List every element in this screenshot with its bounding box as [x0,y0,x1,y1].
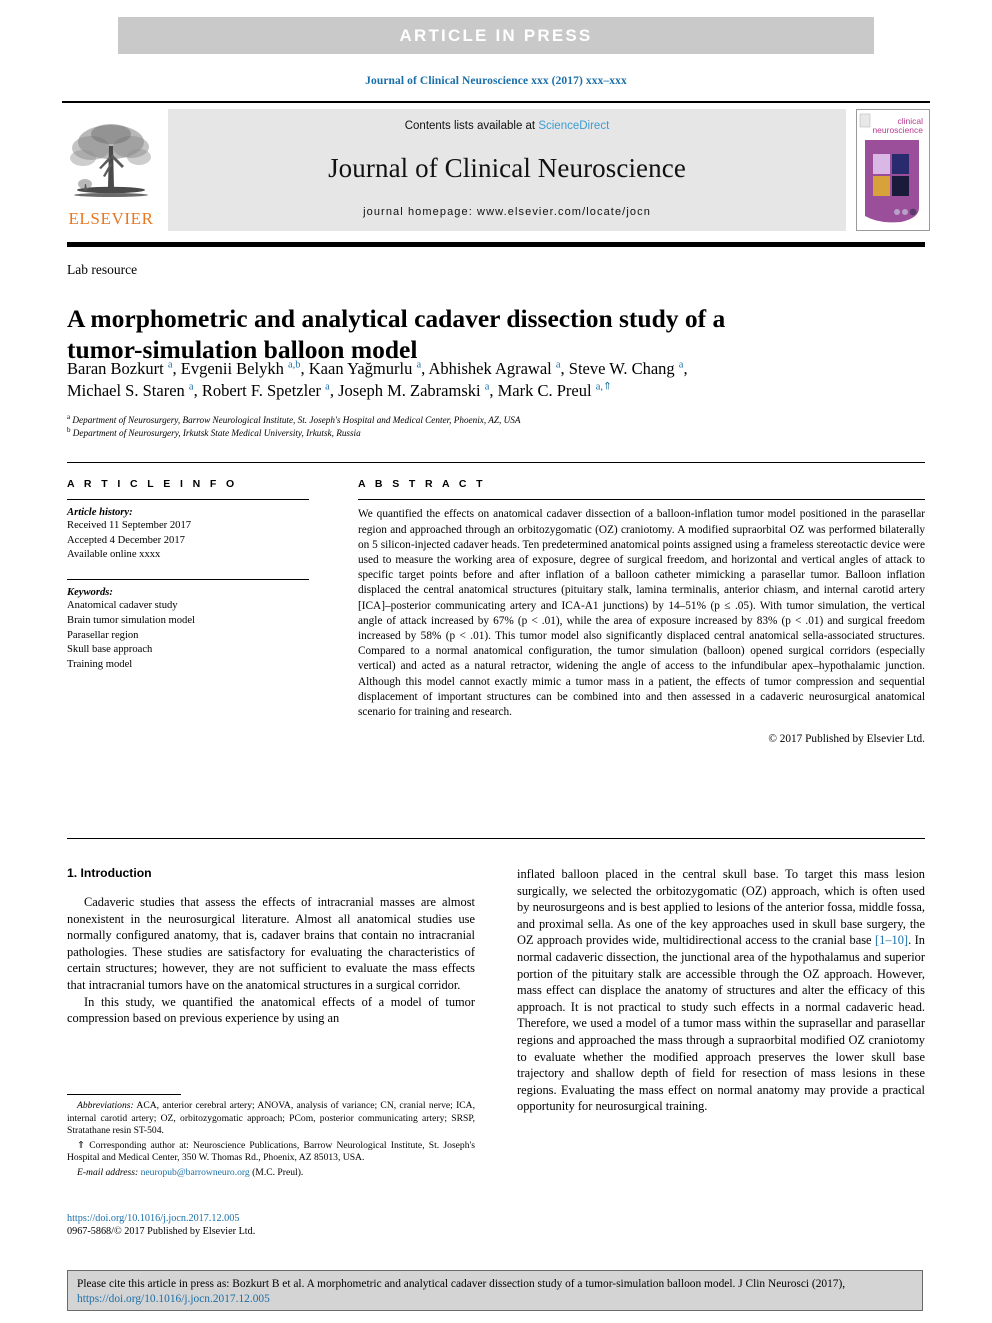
journal-cover-artwork: clinical neuroscience [857,109,927,230]
keyword-item: Brain tumor simulation model [67,614,195,626]
citation-box-text: Please cite this article in press as: Bo… [77,1277,913,1307]
article-history-accepted: Accepted 4 December 2017 [67,534,185,546]
footnote-separator-rule [67,1094,181,1095]
email-label: E-mail address: [77,1166,139,1178]
article-history-received: Received 11 September 2017 [67,520,192,532]
affiliation-b: b Department of Neurosurgery, Irkutsk St… [67,425,361,438]
svg-text:neuroscience: neuroscience [872,125,923,135]
article-history-online: Available online xxxx [67,548,161,560]
affiliation-list: a Department of Neurosurgery, Barrow Neu… [67,412,767,439]
page-title: A morphometric and analytical cadaver di… [67,304,726,365]
sciencedirect-link[interactable]: ScienceDirect [538,120,609,132]
corresponding-author-note: ⇑ Corresponding author at: Neuroscience … [67,1140,475,1165]
elsevier-logo: ELSEVIER [62,109,160,231]
journal-homepage-link[interactable]: journal homepage: www.elsevier.com/locat… [363,206,651,218]
email-suffix: (M.C. Preul). [249,1166,304,1178]
reference-citation-link[interactable]: [1–10] [875,933,908,947]
doi-block: https://doi.org/10.1016/j.jocn.2017.12.0… [67,1212,475,1239]
journal-title: Journal of Clinical Neuroscience [328,153,686,184]
contents-lists-prefix: Contents lists available at [404,119,539,132]
doi-link[interactable]: https://doi.org/10.1016/j.jocn.2017.12.0… [67,1212,475,1225]
citation-text: Please cite this article in press as: Bo… [77,1278,846,1290]
article-info-column: A R T I C L E I N F O Article history: R… [67,478,309,672]
info-band-bottom-rule [67,838,925,840]
article-info-heading: A R T I C L E I N F O [67,478,238,490]
citation-doi-link[interactable]: https://doi.org/10.1016/j.jocn.2017.12.0… [77,1293,270,1305]
header-thick-rule [67,242,925,247]
abstract-column: A B S T R A C T We quantified the effect… [358,478,925,745]
abbreviations-note: Abbreviations: ACA, anterior cerebral ar… [67,1100,475,1138]
abstract-heading: A B S T R A C T [358,478,486,490]
intro-paragraph-3: inflated balloon placed in the central s… [517,866,925,1115]
keyword-item: Skull base approach [67,644,153,656]
issn-copyright-line: 0967-5868/© 2017 Published by Elsevier L… [67,1226,256,1238]
contents-lists-line: Contents lists available at ScienceDirec… [405,120,610,132]
article-in-press-label: ARTICLE IN PRESS [399,25,593,45]
article-in-press-banner: ARTICLE IN PRESS [118,17,874,54]
abstract-text: We quantified the effects on anatomical … [358,508,925,719]
keywords-rule [67,579,309,581]
abstract-rule [358,499,925,501]
running-head: Journal of Clinical Neuroscience xxx (20… [365,75,627,87]
footnote-block: Abbreviations: ACA, anterior cerebral ar… [67,1100,475,1182]
info-band-top-rule [67,462,925,463]
masthead-center-panel: Contents lists available at ScienceDirec… [168,108,846,231]
body-column-left: 1. Introduction Cadaveric studies that a… [67,866,475,1027]
journal-cover-thumbnail: clinical neuroscience [856,108,930,231]
intro-text-after-citation: . In normal cadaveric dissection, the ju… [517,933,925,1114]
corresponding-author-marker: ⇑ [77,1139,86,1151]
section-title-introduction: 1. Introduction [67,866,152,880]
masthead-top-rule [62,101,930,103]
abbreviations-label: Abbreviations: [77,1100,134,1111]
email-note: E-mail address: neuropub@barrowneuro.org… [67,1167,475,1180]
keyword-item: Training model [67,658,133,670]
elsevier-tree-icon [70,123,151,197]
article-history-label: Article history: [67,507,133,519]
author-line-1: Baran Bozkurt a, Evgenii Belykh a,b, Kaa… [67,359,688,378]
article-type-label: Lab resource [67,262,138,277]
keyword-item: Parasellar region [67,629,139,641]
elsevier-wordmark: ELSEVIER [68,208,154,228]
citation-box: Please cite this article in press as: Bo… [67,1270,923,1311]
email-link[interactable]: neuropub@barrowneuro.org [141,1167,250,1178]
affiliation-a: a Department of Neurosurgery, Barrow Neu… [67,412,521,425]
intro-paragraph-2: In this study, we quantified the anatomi… [67,994,475,1026]
intro-paragraph-1: Cadaveric studies that assess the effect… [67,895,475,992]
corresponding-author-text: Corresponding author at: Neuroscience Pu… [67,1139,475,1164]
journal-masthead: ELSEVIER Contents lists available at Sci… [62,101,930,231]
intro-text-before-citation: inflated balloon placed in the central s… [517,867,925,948]
author-list: Baran Bozkurt a, Evgenii Belykh a,b, Kaa… [67,358,927,402]
body-column-right: inflated balloon placed in the central s… [517,866,925,1115]
author-line-2: Michael S. Staren a, Robert F. Spetzler … [67,381,612,400]
keywords-label: Keywords: [67,587,113,599]
keyword-item: Anatomical cadaver study [67,600,178,612]
abstract-copyright: © 2017 Published by Elsevier Ltd. [768,733,925,746]
article-info-rule [67,499,309,501]
